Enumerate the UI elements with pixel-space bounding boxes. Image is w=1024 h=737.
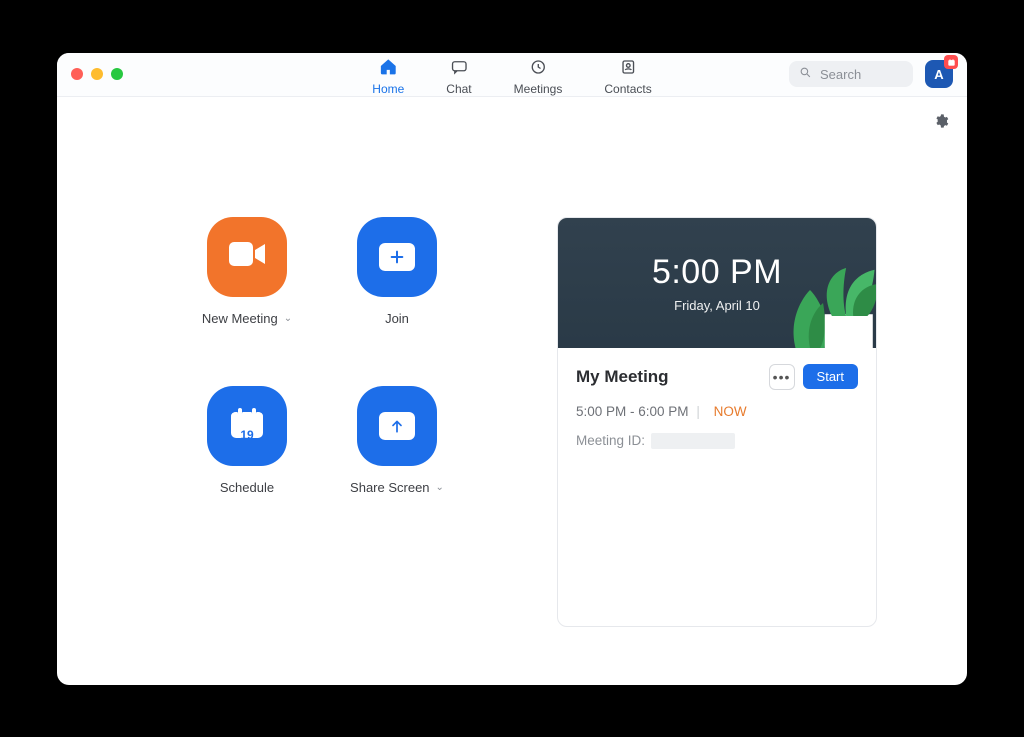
search-input[interactable]: Search bbox=[789, 61, 913, 87]
tile-label: New Meeting bbox=[202, 311, 278, 326]
schedule-tile: 19 Schedule bbox=[177, 386, 317, 495]
chat-icon bbox=[450, 58, 468, 79]
meeting-time-row: 5:00 PM - 6:00 PM | NOW bbox=[576, 404, 858, 419]
upcoming-meeting: My Meeting ••• Start 5:00 PM - 6:00 PM |… bbox=[558, 348, 876, 465]
calendar-notification-badge bbox=[944, 55, 958, 69]
titlebar-right: Search A bbox=[789, 60, 953, 88]
fullscreen-window-button[interactable] bbox=[111, 68, 123, 80]
tile-label: Join bbox=[385, 311, 409, 326]
meeting-title: My Meeting bbox=[576, 367, 669, 387]
share-screen-tile: Share Screen ⌄ bbox=[327, 386, 467, 495]
contacts-icon bbox=[619, 58, 637, 79]
meeting-id-value-redacted bbox=[651, 433, 735, 449]
current-date: Friday, April 10 bbox=[674, 298, 760, 313]
tab-label: Meetings bbox=[514, 82, 563, 96]
chevron-down-icon: ⌄ bbox=[284, 313, 292, 324]
tab-label: Home bbox=[372, 82, 404, 96]
meeting-id-row: Meeting ID: bbox=[576, 433, 858, 449]
ellipsis-icon: ••• bbox=[773, 369, 791, 385]
gear-icon bbox=[933, 116, 949, 133]
content-area: New Meeting ⌄ Join bbox=[57, 97, 967, 685]
new-meeting-label-row[interactable]: New Meeting ⌄ bbox=[202, 311, 292, 326]
clock-hero: 5:00 PM Friday, April 10 bbox=[558, 218, 876, 348]
share-arrow-icon bbox=[379, 412, 415, 440]
app-window: Home Chat Meetings Contacts bbox=[57, 53, 967, 685]
video-icon bbox=[227, 240, 267, 273]
tab-chat[interactable]: Chat bbox=[446, 54, 471, 96]
close-window-button[interactable] bbox=[71, 68, 83, 80]
tab-label: Chat bbox=[446, 82, 471, 96]
action-tiles: New Meeting ⌄ Join bbox=[177, 217, 467, 495]
chevron-down-icon: ⌄ bbox=[436, 482, 444, 493]
new-meeting-tile: New Meeting ⌄ bbox=[177, 217, 317, 326]
join-button[interactable] bbox=[357, 217, 437, 297]
meeting-more-button[interactable]: ••• bbox=[769, 364, 795, 390]
avatar-initial: A bbox=[934, 67, 943, 82]
minimize-window-button[interactable] bbox=[91, 68, 103, 80]
schedule-button[interactable]: 19 bbox=[207, 386, 287, 466]
titlebar: Home Chat Meetings Contacts bbox=[57, 53, 967, 97]
meetings-panel: 5:00 PM Friday, April 10 My Meeting ••• … bbox=[557, 217, 877, 627]
tab-contacts[interactable]: Contacts bbox=[604, 54, 651, 96]
tab-home[interactable]: Home bbox=[372, 54, 404, 96]
share-screen-button[interactable] bbox=[357, 386, 437, 466]
tab-meetings[interactable]: Meetings bbox=[514, 54, 563, 96]
calendar-icon: 19 bbox=[229, 406, 265, 445]
tile-label: Schedule bbox=[220, 480, 274, 495]
search-icon bbox=[799, 66, 812, 82]
meeting-time-range: 5:00 PM - 6:00 PM bbox=[576, 404, 689, 419]
top-nav: Home Chat Meetings Contacts bbox=[372, 53, 651, 96]
tile-label: Share Screen bbox=[350, 480, 430, 495]
plant-pot-decoration-icon bbox=[812, 268, 877, 348]
plus-icon bbox=[379, 243, 415, 271]
settings-button[interactable] bbox=[933, 113, 949, 134]
tab-label: Contacts bbox=[604, 82, 651, 96]
separator: | bbox=[696, 404, 700, 419]
search-placeholder: Search bbox=[820, 67, 861, 82]
meeting-id-label: Meeting ID: bbox=[576, 433, 645, 448]
window-controls bbox=[71, 68, 123, 80]
clock-icon bbox=[529, 58, 547, 79]
home-icon bbox=[379, 58, 397, 79]
join-tile: Join bbox=[327, 217, 467, 326]
new-meeting-button[interactable] bbox=[207, 217, 287, 297]
current-time: 5:00 PM bbox=[652, 253, 782, 292]
profile-avatar[interactable]: A bbox=[925, 60, 953, 88]
meeting-start-button[interactable]: Start bbox=[803, 364, 858, 389]
meeting-now-badge: NOW bbox=[714, 404, 747, 419]
calendar-day-number: 19 bbox=[229, 428, 265, 442]
share-screen-label-row[interactable]: Share Screen ⌄ bbox=[350, 480, 444, 495]
